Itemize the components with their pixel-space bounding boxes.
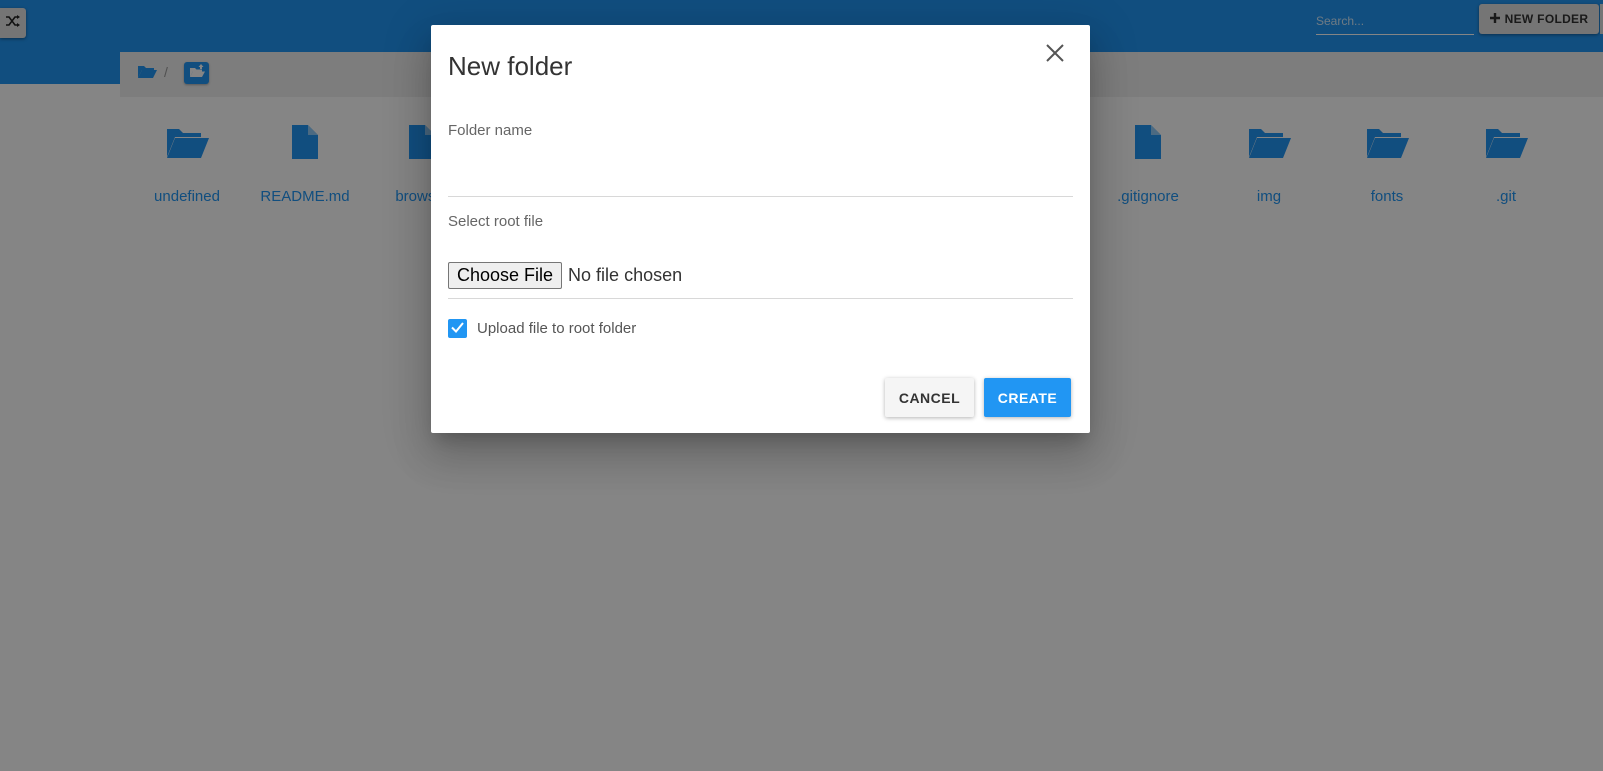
file-status-text: No file chosen [568, 265, 683, 285]
upload-checkbox-label: Upload file to root folder [477, 320, 637, 337]
dialog-title: New folder [448, 51, 573, 81]
file-field-underline [448, 298, 1073, 299]
cancel-button[interactable]: CANCEL [885, 378, 974, 417]
create-button[interactable]: CREATE [984, 378, 1071, 417]
folder-name-label: Folder name [448, 122, 533, 139]
new-folder-dialog: New folder Folder name Select root file … [431, 25, 1090, 433]
root-file-label: Select root file [448, 213, 544, 230]
close-icon [1046, 43, 1064, 67]
upload-checkbox[interactable] [448, 319, 467, 338]
choose-file-button[interactable]: Choose File [448, 262, 563, 289]
upload-checkbox-row[interactable]: Upload file to root folder [448, 319, 636, 338]
file-picker: Choose File No file chosen [448, 262, 682, 289]
check-icon [451, 320, 464, 338]
close-button[interactable] [1043, 43, 1067, 67]
folder-name-input[interactable] [448, 167, 1073, 197]
